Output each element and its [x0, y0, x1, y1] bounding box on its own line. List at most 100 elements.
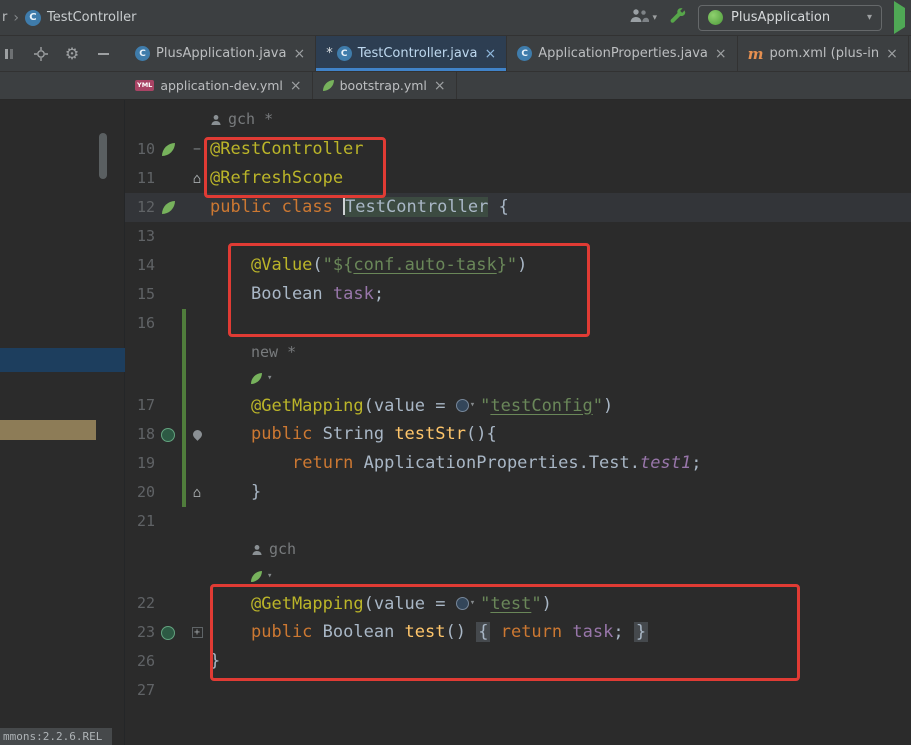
play-icon — [894, 1, 905, 34]
code-text[interactable]: public Boolean test() { return task; } — [210, 618, 911, 647]
run-button[interactable] — [894, 1, 905, 34]
line-number[interactable]: 20 — [125, 478, 155, 507]
yaml-icon: YML — [135, 80, 155, 91]
breadcrumb-prefix[interactable]: r — [2, 10, 7, 25]
class-icon: C — [517, 46, 533, 61]
pin-icon[interactable] — [187, 428, 207, 441]
code-text[interactable]: @GetMapping(value = ▾ "test") — [210, 589, 911, 619]
line-number[interactable]: 19 — [125, 449, 155, 478]
line-number[interactable]: 10 — [125, 135, 155, 164]
run-config-combo[interactable]: PlusApplication ▾ — [698, 4, 882, 31]
spring-leaf-icon — [322, 80, 334, 91]
close-icon[interactable]: × — [293, 46, 305, 62]
spring-inlay-hint[interactable]: ▾ — [251, 364, 272, 393]
tab-TestController.java[interactable]: * C TestController.java × — [316, 36, 508, 71]
line-number[interactable]: 22 — [125, 589, 155, 618]
line-number[interactable]: 17 — [125, 391, 155, 420]
hide-panel-icon[interactable] — [94, 45, 112, 63]
spring-bean-icon[interactable] — [155, 201, 181, 214]
tab-pom.xml (plus-in[interactable]: m pom.xml (plus-in × — [738, 36, 909, 71]
class-icon: C — [336, 46, 352, 61]
settings-gear-icon[interactable]: ⚙ — [63, 44, 81, 63]
line-number[interactable]: 16 — [125, 309, 155, 338]
code-text[interactable]: @RefreshScope — [210, 164, 911, 193]
vcs-change-bar — [181, 251, 187, 280]
tab-PlusApplication.java[interactable]: C PlusApplication.java × — [125, 36, 317, 71]
spring-boot-icon — [708, 10, 723, 25]
line-number[interactable]: 21 — [125, 507, 155, 536]
spring-inlay-hint[interactable]: ▾ — [251, 562, 272, 591]
tab-bar-row2: YML application-dev.yml × bootstrap.yml × — [0, 72, 911, 100]
request-mapping-icon[interactable] — [155, 625, 181, 640]
code-line-23: 23 + public Boolean test() { return task; … — [125, 618, 911, 647]
breadcrumb-class[interactable]: TestController — [47, 10, 137, 25]
class-icon: C — [135, 46, 150, 61]
bookmark-icon[interactable]: ⌂ — [187, 172, 207, 186]
url-inlay-icon[interactable]: ▾ — [455, 589, 475, 618]
line-number[interactable]: 12 — [125, 193, 155, 222]
code-text[interactable]: public class TestController { — [210, 193, 911, 222]
vcs-change-bar — [181, 449, 187, 478]
code-line-10: 10 − @RestController — [125, 135, 911, 164]
collaborators-button[interactable]: ▾ — [629, 8, 657, 27]
code-text[interactable]: Boolean task; — [210, 280, 911, 309]
line-number[interactable]: 11 — [125, 164, 155, 193]
close-icon[interactable]: × — [715, 46, 727, 62]
line-number[interactable]: 23 — [125, 618, 155, 647]
code-text[interactable]: } — [210, 647, 911, 676]
request-mapping-icon[interactable] — [155, 427, 181, 442]
code-text[interactable]: public String testStr(){ — [210, 420, 911, 449]
spring-hint-row: ▾ — [125, 367, 911, 391]
tab-bootstrap.yml[interactable]: bootstrap.yml × — [313, 72, 457, 99]
globe-icon — [455, 596, 469, 610]
code-text[interactable]: ▾ — [210, 562, 911, 592]
code-text[interactable]: @Value("${conf.auto-task}") — [210, 251, 911, 280]
editor: mmons:2.2.6.REL gch * 10− @RestController 1… — [0, 100, 911, 745]
close-icon[interactable]: × — [290, 78, 302, 94]
bookmark-icon[interactable]: ⌂ — [187, 486, 207, 500]
code-line-27: 27 — [125, 676, 911, 705]
modified-asterisk: * — [326, 46, 333, 61]
class-icon: C — [24, 9, 41, 26]
code-line-18: 18 public String testStr(){ — [125, 420, 911, 449]
author-hint: gch * — [125, 106, 911, 135]
code-text[interactable]: return ApplicationProperties.Test.test1; — [210, 449, 911, 478]
close-icon[interactable]: × — [434, 78, 446, 94]
line-number[interactable]: 13 — [125, 222, 155, 251]
wrench-icon — [669, 7, 686, 28]
url-inlay-icon[interactable]: ▾ — [455, 391, 475, 420]
tool-window-stripe-icon[interactable] — [1, 45, 19, 63]
close-icon[interactable]: × — [886, 46, 898, 62]
tree-selection-row[interactable] — [0, 348, 125, 372]
line-number[interactable]: 18 — [125, 420, 155, 449]
code-text[interactable]: } — [210, 478, 911, 507]
fold-expand-icon[interactable]: + — [187, 627, 207, 638]
tree-hover-row[interactable] — [0, 420, 96, 440]
locate-file-icon[interactable] — [32, 45, 50, 63]
minimize-icon — [97, 52, 109, 55]
spring-bean-icon[interactable] — [155, 143, 181, 156]
line-number[interactable]: 27 — [125, 676, 155, 705]
tab-label: bootstrap.yml — [339, 78, 427, 93]
code-text[interactable]: ▾ — [210, 364, 911, 394]
panel-scrollbar-thumb[interactable] — [99, 133, 107, 179]
vcs-change-bar — [181, 507, 187, 536]
code-text[interactable]: new * — [210, 338, 911, 367]
fold-marker[interactable]: − — [187, 143, 207, 156]
tab-application-dev.yml[interactable]: YML application-dev.yml × — [125, 72, 313, 99]
build-project-button[interactable] — [669, 7, 686, 28]
breadcrumb[interactable]: r › C TestController — [2, 9, 137, 26]
vcs-change-bar — [181, 420, 187, 449]
author-hint-text: gch * — [210, 105, 273, 134]
code-line-22: 22 @GetMapping(value = ▾ "test") — [125, 589, 911, 618]
tab-ApplicationProperties.java[interactable]: C ApplicationProperties.java × — [507, 36, 738, 71]
code-text[interactable]: @GetMapping(value = ▾ "testConfig") — [210, 391, 911, 421]
line-number[interactable]: 26 — [125, 647, 155, 676]
code-line-20: 20 ⌂} — [125, 478, 911, 507]
close-icon[interactable]: × — [484, 46, 496, 62]
line-number[interactable]: 15 — [125, 280, 155, 309]
code-text[interactable]: @RestController — [210, 135, 911, 164]
code-text[interactable]: gch * — [210, 105, 911, 136]
vcs-change-bar — [181, 367, 187, 391]
line-number[interactable]: 14 — [125, 251, 155, 280]
